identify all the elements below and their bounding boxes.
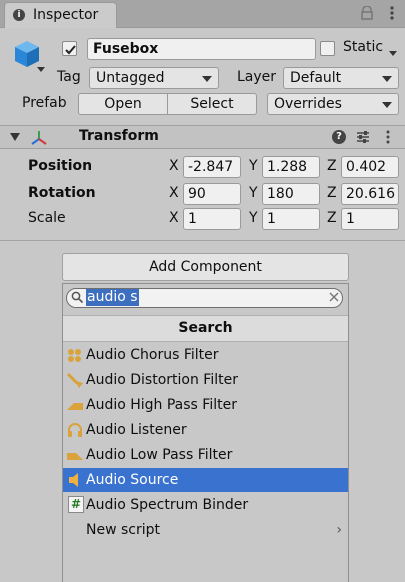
open-prefab-button[interactable]: Open xyxy=(78,93,168,115)
result-audio-high-pass-filter[interactable]: Audio High Pass Filter xyxy=(63,393,348,417)
select-prefab-button[interactable]: Select xyxy=(167,93,257,115)
scale-y-field[interactable]: 1 xyxy=(262,208,320,230)
chevron-right-icon: › xyxy=(336,522,342,538)
rotation-y-axis-label[interactable]: Y xyxy=(249,185,258,201)
tag-value: Untagged xyxy=(96,70,165,86)
rotation-x-field[interactable]: 90 xyxy=(183,183,241,205)
chevron-down-icon xyxy=(382,76,392,82)
search-icon xyxy=(71,291,84,304)
foldout-arrow-icon[interactable] xyxy=(10,133,20,141)
layer-dropdown[interactable]: Default xyxy=(283,67,399,89)
scale-y-axis-label[interactable]: Y xyxy=(249,210,258,226)
presets-sliders-icon[interactable] xyxy=(356,130,370,144)
rotation-z-axis-label[interactable]: Z xyxy=(327,185,337,201)
scale-z-field[interactable]: 1 xyxy=(341,208,399,230)
position-z-field[interactable]: 0.402 xyxy=(341,156,399,178)
tab-label: Inspector xyxy=(33,7,99,23)
result-label: Audio Chorus Filter xyxy=(86,347,219,363)
audio-chorus-filter-icon xyxy=(66,347,84,363)
chevron-down-icon xyxy=(202,76,212,82)
result-label: Audio High Pass Filter xyxy=(86,397,237,413)
scale-x-field[interactable]: 1 xyxy=(183,208,241,230)
position-y-axis-label[interactable]: Y xyxy=(249,158,258,174)
result-label: Audio Distortion Filter xyxy=(86,372,238,388)
result-audio-low-pass-filter[interactable]: Audio Low Pass Filter xyxy=(63,443,348,467)
overrides-dropdown[interactable]: Overrides xyxy=(267,93,399,115)
tag-label: Tag xyxy=(57,69,81,85)
info-icon: i xyxy=(13,9,25,21)
icon-dropdown-arrow-icon[interactable] xyxy=(36,62,46,72)
layer-value: Default xyxy=(290,70,342,86)
add-component-button[interactable]: Add Component xyxy=(62,253,349,281)
audio-listener-icon xyxy=(66,422,84,438)
overrides-label: Overrides xyxy=(274,96,342,112)
chevron-down-icon xyxy=(382,102,392,108)
result-new-script[interactable]: New script › xyxy=(63,518,348,542)
result-audio-listener[interactable]: Audio Listener xyxy=(63,418,348,442)
result-label: New script xyxy=(86,522,160,538)
active-checkbox[interactable] xyxy=(62,41,77,56)
static-checkbox[interactable] xyxy=(320,41,335,56)
audio-high-pass-filter-icon xyxy=(66,397,84,413)
position-z-axis-label[interactable]: Z xyxy=(327,158,337,174)
lock-icon[interactable] xyxy=(360,5,374,20)
result-audio-source[interactable]: Audio Source xyxy=(63,468,348,492)
divider xyxy=(0,240,405,241)
scale-x-axis-label[interactable]: X xyxy=(169,210,179,226)
tab-strip: i Inspector xyxy=(0,0,405,28)
scale-label: Scale xyxy=(28,210,66,226)
result-label: Audio Listener xyxy=(86,422,187,438)
audio-low-pass-filter-icon xyxy=(66,447,84,463)
result-audio-chorus-filter[interactable]: Audio Chorus Filter xyxy=(63,343,348,367)
rotation-x-axis-label[interactable]: X xyxy=(169,185,179,201)
rotation-y-field[interactable]: 180 xyxy=(262,183,320,205)
result-label: Audio Low Pass Filter xyxy=(86,447,233,463)
prefab-label: Prefab xyxy=(22,95,67,111)
clear-search-icon[interactable] xyxy=(328,291,340,303)
static-label: Static xyxy=(343,39,384,55)
search-results-header: Search xyxy=(63,315,348,342)
rotation-label: Rotation xyxy=(28,185,96,201)
rotation-z-field[interactable]: 20.616 xyxy=(341,183,399,205)
name-field[interactable]: Fusebox xyxy=(87,38,316,60)
kebab-menu-icon[interactable] xyxy=(385,5,399,21)
result-audio-spectrum-binder[interactable]: # Audio Spectrum Binder xyxy=(63,493,348,517)
scale-z-axis-label[interactable]: Z xyxy=(327,210,337,226)
transform-title: Transform xyxy=(79,128,159,144)
position-x-field[interactable]: -2.847 xyxy=(183,156,241,178)
position-label: Position xyxy=(28,158,93,174)
result-audio-distortion-filter[interactable]: Audio Distortion Filter xyxy=(63,368,348,392)
static-dropdown-arrow-icon[interactable] xyxy=(388,46,398,62)
audio-distortion-filter-icon xyxy=(66,372,84,388)
script-hash-icon: # xyxy=(68,496,84,513)
transform-axes-icon xyxy=(30,129,48,147)
kebab-menu-icon[interactable] xyxy=(385,129,391,145)
layer-label: Layer xyxy=(237,69,277,85)
tab-inspector[interactable]: i Inspector xyxy=(4,2,117,28)
position-y-field[interactable]: 1.288 xyxy=(262,156,320,178)
transform-header[interactable]: Transform ? xyxy=(0,125,405,149)
search-query-text[interactable]: audio s xyxy=(86,289,139,306)
tag-dropdown[interactable]: Untagged xyxy=(89,67,219,89)
audio-source-icon xyxy=(66,472,84,488)
position-x-axis-label[interactable]: X xyxy=(169,158,179,174)
result-label: Audio Source xyxy=(86,472,179,488)
result-label: Audio Spectrum Binder xyxy=(86,497,249,513)
help-icon[interactable]: ? xyxy=(332,130,346,144)
